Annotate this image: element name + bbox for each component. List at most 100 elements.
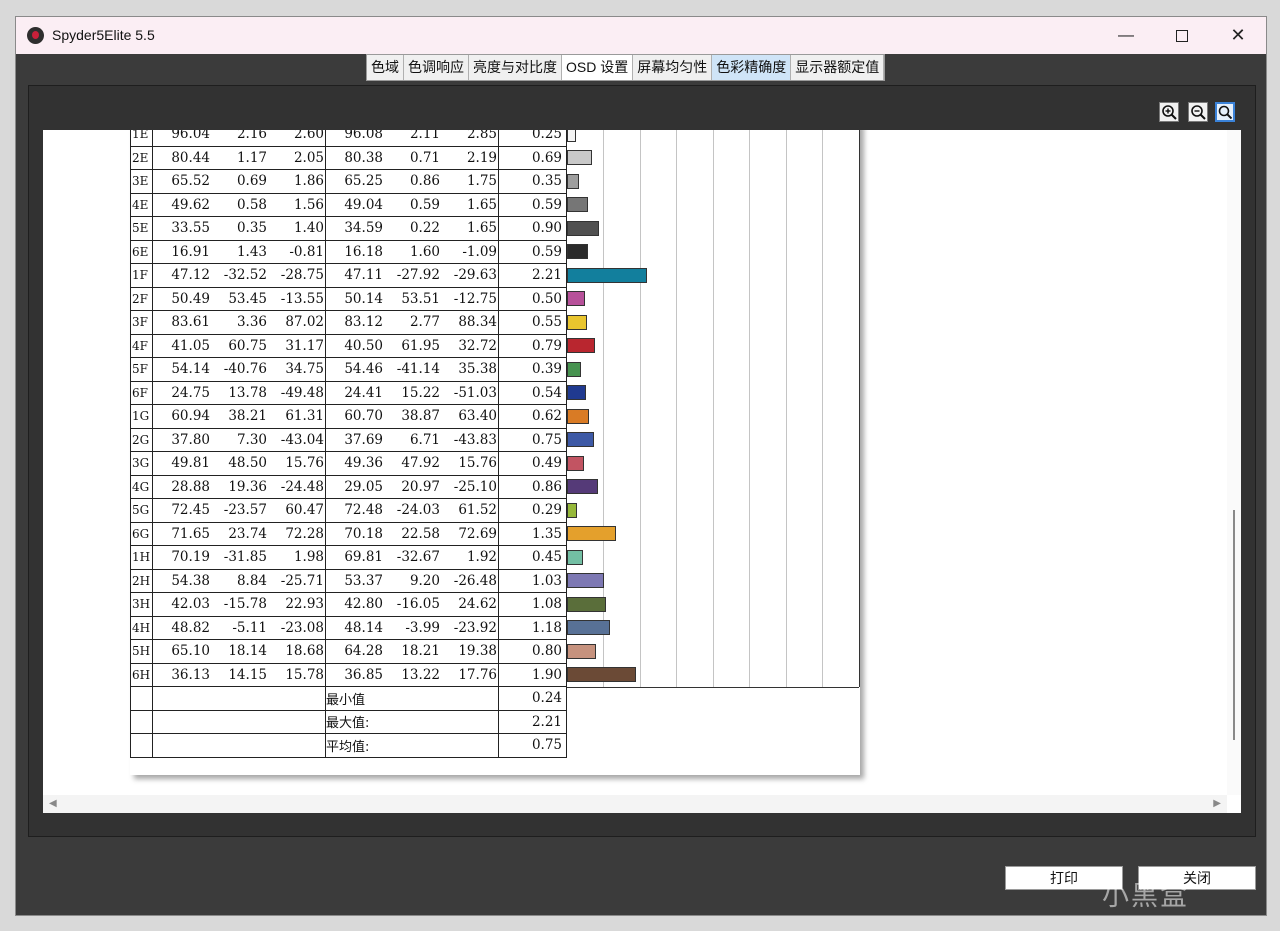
meas-lab-value: 63.40 <box>458 408 497 425</box>
patch-id-cell: 4F <box>130 333 153 358</box>
tab-screen-uniformity[interactable]: 屏幕均匀性 <box>633 55 713 80</box>
ref-lab-value: 1.40 <box>293 220 324 237</box>
meas-lab-value: -23.92 <box>453 619 497 636</box>
patch-id-cell: 3E <box>130 169 153 194</box>
vertical-scroll-thumb[interactable] <box>1233 510 1235 740</box>
patch-id-cell: 1E <box>130 130 153 147</box>
summary-row: 平均值: 0.75 <box>130 733 860 758</box>
chart-gridline <box>639 130 641 687</box>
watermark-text: 小黑盒 <box>1102 881 1189 912</box>
ref-lab-value: -15.78 <box>223 596 267 613</box>
meas-lab-value: 1.60 <box>409 243 440 260</box>
meas-lab-value: 48.14 <box>344 619 383 636</box>
meas-lab-value: 32.72 <box>458 337 497 354</box>
ref-lab-value: 48.50 <box>228 455 267 472</box>
meas-lab-value: 1.92 <box>466 549 497 566</box>
chart-gridline <box>712 130 714 687</box>
zoom-fit-button[interactable] <box>1215 102 1235 122</box>
ref-lab-cell: 65.52 0.69 1.86 <box>152 169 326 194</box>
title-bar: Spyder5Elite 5.5 — ✕ <box>16 17 1266 54</box>
ref-lab-value: 24.75 <box>171 384 210 401</box>
meas-lab-cell: 47.11 -27.92 -29.63 <box>325 263 499 288</box>
meas-lab-value: 64.28 <box>344 643 383 660</box>
patch-id-cell: 5H <box>130 639 153 664</box>
ref-lab-cell: 16.91 1.43 -0.81 <box>152 239 326 264</box>
patch-id-cell: 5F <box>130 357 153 382</box>
delta-e-cell: 1.18 <box>498 615 567 640</box>
summary-row: 最大值: 2.21 <box>130 709 860 734</box>
meas-lab-value: 49.36 <box>344 455 383 472</box>
summary-empty-cell <box>152 686 326 711</box>
ref-lab-value: 3.36 <box>236 314 267 331</box>
ref-lab-value: 80.44 <box>171 149 210 166</box>
close-window-button[interactable]: ✕ <box>1210 17 1266 54</box>
meas-lab-value: 0.22 <box>409 220 440 237</box>
delta-e-cell: 2.21 <box>498 263 567 288</box>
meas-lab-value: 96.08 <box>344 130 383 143</box>
ref-lab-value: -23.57 <box>223 502 267 519</box>
zoom-in-icon <box>1162 105 1177 120</box>
delta-e-bar <box>566 455 585 471</box>
minimize-button[interactable]: — <box>1098 17 1154 54</box>
horizontal-scrollbar[interactable]: ◀ ▶ <box>43 795 1241 813</box>
delta-e-cell: 0.35 <box>498 169 567 194</box>
ref-lab-cell: 48.82 -5.11 -23.08 <box>152 615 326 640</box>
chart-gridline <box>822 130 823 687</box>
delta-e-bar <box>566 573 605 589</box>
patch-id-cell: 4E <box>130 192 153 217</box>
delta-e-cell: 0.25 <box>498 130 567 147</box>
delta-e-cell: 0.39 <box>498 357 567 382</box>
tab-gamut[interactable]: 色域 <box>367 55 404 80</box>
ref-lab-value: 1.98 <box>293 549 324 566</box>
tab-monitor-rating[interactable]: 显示器额定值 <box>791 55 885 80</box>
meas-lab-value: 72.69 <box>458 525 497 542</box>
ref-lab-value: 0.58 <box>236 196 267 213</box>
delta-e-bar <box>566 596 606 612</box>
tab-bar: 色域 色调响应 亮度与对比度 OSD 设置 屏幕均匀性 色彩精确度 显示器额定值 <box>366 54 886 81</box>
tab-tone-response[interactable]: 色调响应 <box>404 55 469 80</box>
zoom-in-button[interactable] <box>1159 102 1179 122</box>
meas-lab-value: 18.21 <box>401 643 440 660</box>
tab-osd-settings[interactable]: OSD 设置 <box>562 55 634 80</box>
vertical-scrollbar[interactable] <box>1227 130 1241 795</box>
meas-lab-value: -24.03 <box>396 502 440 519</box>
delta-e-bar <box>566 244 589 260</box>
ref-lab-cell: 65.10 18.14 18.68 <box>152 639 326 664</box>
delta-e-cell: 0.62 <box>498 404 567 429</box>
meas-lab-value: 24.62 <box>458 596 497 613</box>
tab-brightness-contrast[interactable]: 亮度与对比度 <box>469 55 562 80</box>
ref-lab-value: -13.55 <box>280 290 324 307</box>
ref-lab-value: 49.81 <box>171 455 210 472</box>
meas-lab-value: -3.99 <box>405 619 440 636</box>
maximize-button[interactable] <box>1154 17 1210 54</box>
tab-color-accuracy[interactable]: 色彩精确度 <box>712 55 792 80</box>
meas-lab-value: 2.11 <box>409 130 440 143</box>
meas-lab-value: 6.71 <box>409 431 440 448</box>
meas-lab-value: 9.20 <box>409 572 440 589</box>
color-accuracy-report: 1E 96.04 2.16 2.60 96.08 2.11 2.85 0.25 2E 80.44 1… <box>130 130 860 775</box>
ref-lab-value: 72.45 <box>171 502 210 519</box>
meas-lab-value: 20.97 <box>401 478 440 495</box>
zoom-out-button[interactable] <box>1188 102 1208 122</box>
ref-lab-value: -40.76 <box>223 361 267 378</box>
ref-lab-value: -31.85 <box>223 549 267 566</box>
summary-empty-cell <box>130 686 153 711</box>
meas-lab-cell: 29.05 20.97 -25.10 <box>325 474 499 499</box>
meas-lab-value: -43.83 <box>453 431 497 448</box>
scroll-left-icon[interactable]: ◀ <box>49 798 57 809</box>
meas-lab-cell: 69.81 -32.67 1.92 <box>325 545 499 570</box>
meas-lab-value: -27.92 <box>396 267 440 284</box>
scroll-right-icon[interactable]: ▶ <box>1213 798 1221 809</box>
meas-lab-value: 61.52 <box>458 502 497 519</box>
patch-id-cell: 6F <box>130 380 153 405</box>
delta-e-bar <box>566 385 587 401</box>
delta-e-bar <box>566 314 587 330</box>
delta-e-cell: 0.55 <box>498 310 567 335</box>
meas-lab-value: 80.38 <box>344 149 383 166</box>
summary-label: 最大值: <box>325 709 499 734</box>
meas-lab-cell: 24.41 15.22 -51.03 <box>325 380 499 405</box>
summary-value: 2.21 <box>498 709 567 734</box>
meas-lab-cell: 60.70 38.87 63.40 <box>325 404 499 429</box>
delta-e-cell: 0.69 <box>498 145 567 170</box>
ref-lab-value: -32.52 <box>223 267 267 284</box>
